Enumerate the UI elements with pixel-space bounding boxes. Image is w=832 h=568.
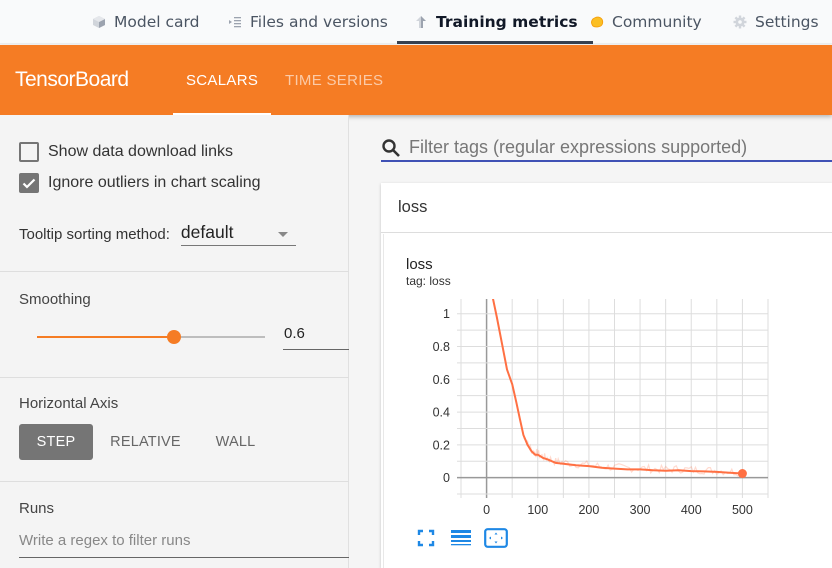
show-download-links-option[interactable]: Show data download links (19, 142, 233, 162)
select-value: default (180, 222, 234, 242)
tab-label: Model card (114, 13, 200, 31)
y-tick-label: 0.2 (433, 438, 450, 452)
chevron-down-icon (277, 232, 288, 237)
slider-knob[interactable] (166, 330, 181, 344)
smoothing-slider[interactable] (37, 330, 265, 344)
tab-files-and-versions[interactable]: Files and versions (228, 0, 388, 44)
x-tick-label: 300 (630, 503, 651, 517)
x-tick-label: 100 (527, 503, 548, 517)
chart-toolbar (414, 526, 519, 550)
community-icon (590, 15, 604, 29)
x-tick-label: 400 (681, 503, 702, 517)
show-download-links-checkbox[interactable] (19, 142, 39, 162)
tooltip-sorting-row: Tooltip sorting method: default (19, 222, 296, 246)
runs-filter-input[interactable]: Write a regex to filter runs (19, 532, 349, 558)
training-metrics-icon (414, 15, 428, 29)
x-tick-label: 200 (578, 503, 599, 517)
tab-training-metrics[interactable]: Training metrics (397, 0, 593, 44)
tensorboard-header: TensorBoard SCALARS TIME SERIES (0, 45, 832, 115)
tab-label: Training metrics (436, 13, 578, 31)
ignore-outliers-option[interactable]: Ignore outliers in chart scaling (19, 173, 261, 193)
tab-community[interactable]: Community (590, 0, 702, 44)
loss-chart[interactable]: 0 100 200 300 400 500 0 0.2 0.4 0.6 0.8 1 (384, 234, 832, 524)
app-title: TensorBoard (15, 68, 129, 91)
y-tick-label: 0 (443, 471, 450, 485)
tab-label: Files and versions (250, 13, 388, 31)
tooltip-sorting-select[interactable]: default (180, 222, 296, 246)
tag-group-card: loss loss tag: loss 0 100 200 300 400 500 0 0.2… (381, 183, 832, 568)
fullscreen-icon[interactable] (414, 526, 438, 550)
x-tick-label: 500 (732, 503, 753, 517)
smoothing-title: Smoothing (19, 291, 91, 308)
tab-label: Settings (755, 13, 819, 31)
axis-step-button[interactable]: STEP (19, 424, 93, 460)
tag-filter-input[interactable]: Filter tags (regular expressions support… (381, 135, 832, 162)
hf-navbar: Model card Files and versions Training m… (0, 0, 832, 44)
divider (0, 377, 349, 378)
y-tick-label: 0.8 (433, 340, 450, 354)
axis-relative-button[interactable]: RELATIVE (93, 424, 198, 460)
filter-placeholder: Filter tags (regular expressions support… (409, 137, 748, 157)
axis-wall-button[interactable]: WALL (198, 424, 273, 460)
fit-domain-icon[interactable] (484, 526, 508, 550)
search-icon (382, 138, 400, 157)
checkbox-label: Ignore outliers in chart scaling (48, 174, 261, 191)
ignore-outliers-checkbox[interactable] (19, 173, 39, 193)
runs-title: Runs (19, 500, 55, 517)
x-tick-label: 0 (483, 503, 490, 517)
tab-settings[interactable]: Settings (733, 0, 819, 44)
last-point-marker (737, 469, 747, 479)
tooltip-sorting-label: Tooltip sorting method: (19, 226, 170, 243)
scalar-chart-card: loss tag: loss 0 100 200 300 400 500 0 0.2 0.4 0.… (383, 234, 832, 568)
sidebar: Show data download links Ignore outliers… (0, 115, 349, 568)
checkmark-icon (22, 178, 36, 189)
gear-icon (733, 15, 747, 29)
checkbox-label: Show data download links (48, 143, 234, 160)
horizontal-axis-selector: STEP RELATIVE WALL (19, 424, 273, 460)
y-tick-label: 1 (443, 307, 450, 321)
log-scale-icon[interactable] (449, 526, 473, 550)
tab-label: Community (612, 13, 702, 31)
y-tick-label: 0.4 (433, 406, 450, 420)
smoothing-value-input[interactable]: 0.6 (283, 325, 349, 350)
tag-group-header[interactable]: loss (381, 183, 832, 233)
divider (0, 271, 349, 272)
tab-model-card[interactable]: Model card (92, 0, 199, 44)
tab-time-series[interactable]: TIME SERIES (285, 45, 383, 115)
divider (0, 481, 349, 482)
horizontal-axis-title: Horizontal Axis (19, 395, 119, 412)
tab-scalars[interactable]: SCALARS (172, 45, 272, 115)
files-icon (228, 15, 242, 29)
slider-fill (37, 336, 174, 338)
cube-icon (92, 15, 106, 29)
y-tick-label: 0.6 (433, 373, 450, 387)
